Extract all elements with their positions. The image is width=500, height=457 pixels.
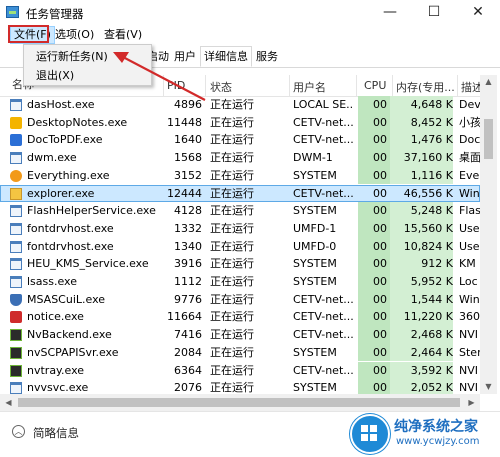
watermark-logo: 纯净系统之家 www.ycwjzy.com (344, 406, 500, 456)
annotation-arrow (113, 52, 206, 101)
watermark-url: www.ycwjzy.com (396, 436, 480, 447)
watermark-title: 纯净系统之家 (394, 419, 478, 435)
windows-logo-icon (350, 414, 390, 454)
